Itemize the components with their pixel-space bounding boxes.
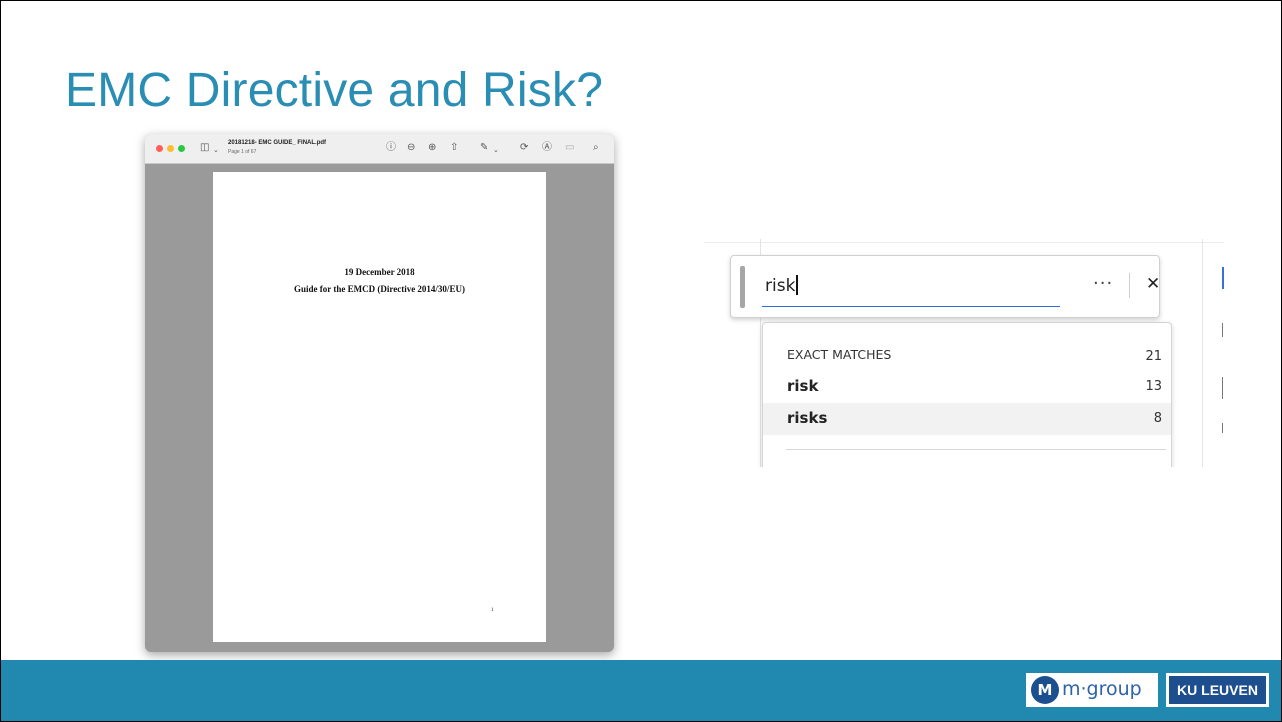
- find-panel: risk ··· ✕ EXACT MATCHES 21 risk 13 risk…: [704, 239, 1224, 467]
- info-icon[interactable]: ⓘ: [386, 141, 396, 155]
- match-count: 13: [1145, 379, 1162, 394]
- find-input[interactable]: risk: [765, 275, 799, 296]
- edge-marker: [1222, 423, 1223, 433]
- document-page-number: 1: [491, 608, 494, 613]
- pdf-toolbar: ◫ ⌄ 20181218- EMC GUIDE_ FINAL.pdf Page …: [145, 134, 614, 164]
- slide: EMC Directive and Risk? ◫ ⌄ 20181218- EM…: [0, 0, 1282, 722]
- search-icon[interactable]: ⌕: [593, 141, 599, 155]
- window-minimize-button[interactable]: [167, 145, 174, 152]
- drag-handle[interactable]: [740, 266, 745, 308]
- edge-marker: [1222, 377, 1223, 399]
- match-count: 8: [1153, 411, 1162, 426]
- pdf-file-name: 20181218- EMC GUIDE_ FINAL.pdf: [228, 140, 327, 146]
- close-icon[interactable]: ✕: [1146, 274, 1160, 294]
- pdf-page: 19 December 2018 Guide for the EMCD (Dir…: [213, 172, 546, 642]
- find-input-underline: [762, 306, 1060, 307]
- chevron-down-icon[interactable]: ⌄: [493, 143, 499, 157]
- match-term: risks: [787, 409, 828, 427]
- annotate-icon[interactable]: Ⓐ: [542, 141, 552, 155]
- divider: [1129, 273, 1130, 298]
- share-icon[interactable]: ⇧: [450, 141, 458, 155]
- pdf-page-info: Page 1 of 67: [228, 149, 257, 155]
- mgroup-logo: M m·group: [1026, 673, 1158, 707]
- document-title: Guide for the EMCD (Directive 2014/30/EU…: [294, 284, 465, 294]
- window-close-button[interactable]: [156, 145, 163, 152]
- find-search-box: risk ··· ✕: [730, 255, 1160, 318]
- match-item[interactable]: risks 8: [763, 403, 1171, 435]
- find-input-value: risk: [765, 276, 796, 296]
- matches-header-count: 21: [1145, 349, 1162, 364]
- divider: [786, 449, 1166, 450]
- form-icon[interactable]: ▭: [565, 141, 574, 155]
- mgroup-badge-icon: M: [1031, 676, 1059, 704]
- match-term: risk: [787, 377, 819, 395]
- matches-header-label: EXACT MATCHES: [787, 347, 892, 362]
- more-options-icon[interactable]: ···: [1093, 273, 1113, 294]
- kuleuven-logo: KU LEUVEN: [1166, 673, 1269, 707]
- document-date: 19 December 2018: [344, 267, 415, 277]
- text-caret: [796, 275, 799, 295]
- divider: [1202, 239, 1203, 467]
- slide-title: EMC Directive and Risk?: [65, 64, 604, 117]
- zoom-out-icon[interactable]: ⊖: [407, 141, 415, 155]
- divider: [704, 242, 1224, 243]
- zoom-in-icon[interactable]: ⊕: [428, 141, 436, 155]
- kuleuven-label: KU LEUVEN: [1169, 676, 1266, 704]
- edge-marker: [1222, 323, 1223, 337]
- match-item[interactable]: risk 13: [763, 371, 1171, 403]
- pdf-viewer-window: ◫ ⌄ 20181218- EMC GUIDE_ FINAL.pdf Page …: [145, 134, 614, 652]
- rotate-icon[interactable]: ⟳: [520, 141, 528, 155]
- markup-pen-icon[interactable]: ✎: [480, 141, 488, 155]
- sidebar-icon[interactable]: ◫: [200, 141, 209, 155]
- chevron-down-icon[interactable]: ⌄: [213, 143, 219, 157]
- window-zoom-button[interactable]: [178, 145, 185, 152]
- matches-dropdown: EXACT MATCHES 21 risk 13 risks 8: [762, 322, 1172, 467]
- matches-header: EXACT MATCHES 21: [763, 339, 1171, 371]
- mgroup-label: m·group: [1062, 678, 1142, 700]
- edge-marker: [1222, 267, 1224, 289]
